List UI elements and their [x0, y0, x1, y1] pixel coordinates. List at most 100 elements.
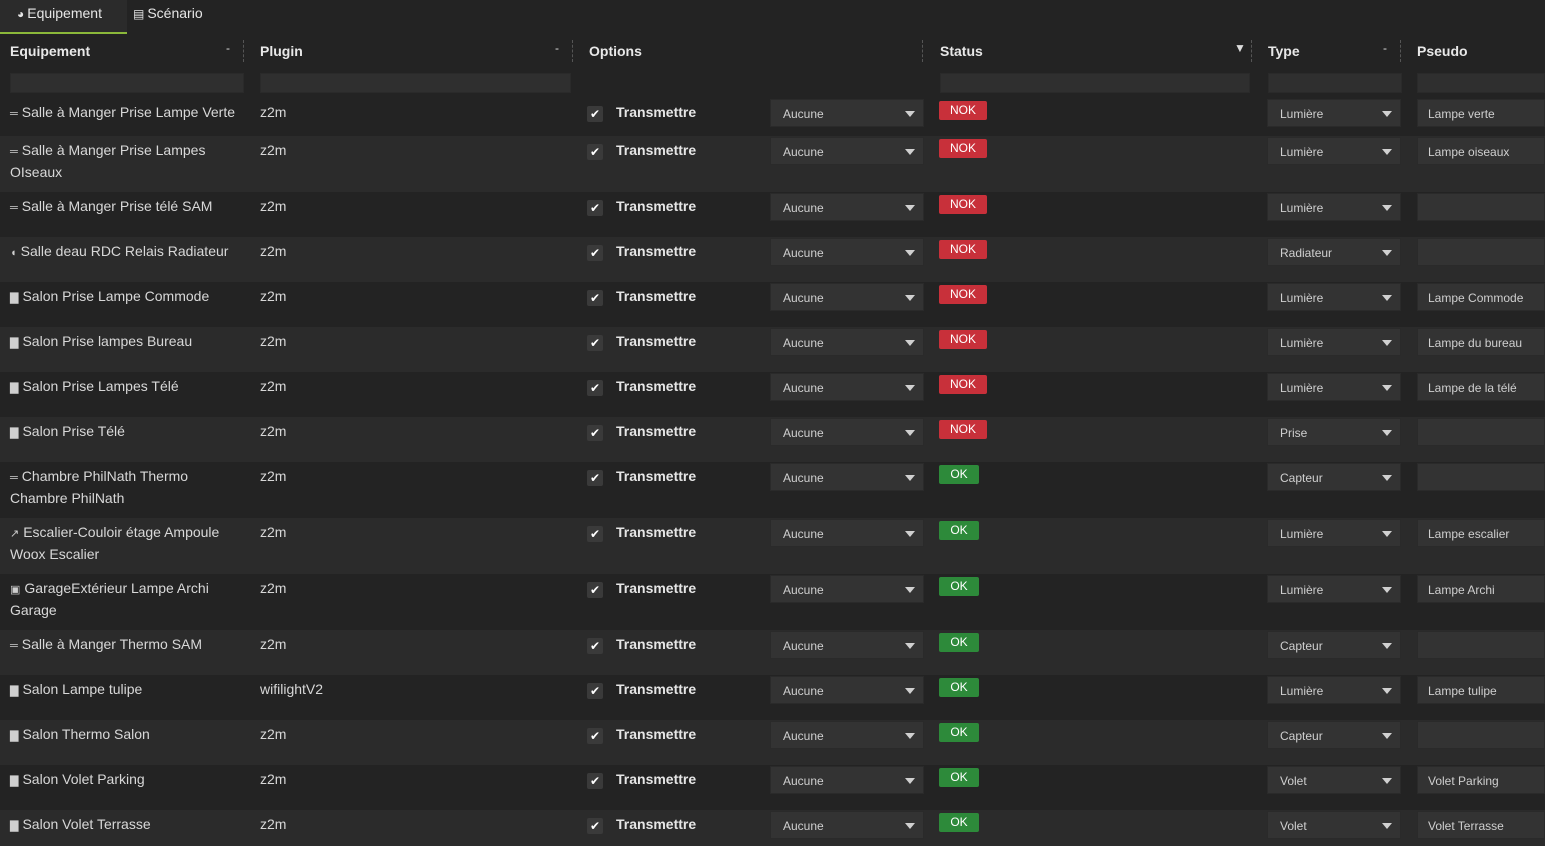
- options-select[interactable]: Aucune: [770, 373, 924, 401]
- sort-plugin-icon[interactable]: -: [555, 41, 559, 55]
- pseudo-input[interactable]: [1417, 238, 1545, 266]
- pseudo-input[interactable]: [1417, 721, 1545, 749]
- type-select[interactable]: Prise: [1267, 418, 1401, 446]
- pseudo-input[interactable]: Lampe oiseaux: [1417, 137, 1545, 165]
- options-select[interactable]: Aucune: [770, 137, 924, 165]
- type-select[interactable]: Lumière: [1267, 519, 1401, 547]
- pseudo-input[interactable]: Lampe Commode: [1417, 283, 1545, 311]
- transmettre-checkbox[interactable]: ✔: [587, 582, 603, 598]
- type-select[interactable]: Lumière: [1267, 328, 1401, 356]
- pseudo-input[interactable]: Volet Terrasse: [1417, 811, 1545, 839]
- filter-type-input[interactable]: [1268, 73, 1402, 93]
- pseudo-input[interactable]: Lampe escalier: [1417, 519, 1545, 547]
- options-select[interactable]: Aucune: [770, 99, 924, 127]
- transmettre-checkbox[interactable]: ✔: [587, 380, 603, 396]
- options-select[interactable]: Aucune: [770, 519, 924, 547]
- options-select[interactable]: Aucune: [770, 766, 924, 794]
- options-select[interactable]: Aucune: [770, 238, 924, 266]
- col-equipement-header[interactable]: Equipement: [10, 43, 90, 59]
- equipment-name-cell[interactable]: ▇ Salon Prise Lampe Commode: [10, 286, 242, 308]
- type-select[interactable]: Capteur: [1267, 631, 1401, 659]
- sort-type-icon[interactable]: -: [1383, 41, 1387, 55]
- options-select[interactable]: Aucune: [770, 463, 924, 491]
- equipment-name-cell[interactable]: ═ Salle à Manger Prise Lampes OIseaux: [10, 140, 242, 182]
- filter-plugin-input[interactable]: [260, 73, 571, 93]
- transmettre-checkbox[interactable]: ✔: [587, 773, 603, 789]
- type-select[interactable]: Lumière: [1267, 373, 1401, 401]
- equipment-name-cell[interactable]: ▇ Salon Prise Télé: [10, 421, 242, 443]
- type-select[interactable]: Volet: [1267, 811, 1401, 839]
- equipment-name-cell[interactable]: ═ Salle à Manger Prise Lampe Verte: [10, 102, 242, 124]
- type-select-value: Radiateur: [1280, 246, 1333, 260]
- options-select[interactable]: Aucune: [770, 811, 924, 839]
- options-select-value: Aucune: [783, 639, 824, 653]
- transmettre-checkbox[interactable]: ✔: [587, 818, 603, 834]
- type-select[interactable]: Lumière: [1267, 283, 1401, 311]
- equipment-name-cell[interactable]: ▣ GarageExtérieur Lampe Archi Garage: [10, 578, 242, 620]
- equipment-name-cell[interactable]: ▇ Salon Volet Parking: [10, 769, 242, 791]
- transmettre-checkbox[interactable]: ✔: [587, 683, 603, 699]
- pseudo-input[interactable]: Lampe tulipe: [1417, 676, 1545, 704]
- equipment-name-cell[interactable]: ↗ Escalier-Couloir étage Ampoule Woox Esc…: [10, 522, 242, 564]
- transmettre-checkbox[interactable]: ✔: [587, 425, 603, 441]
- filter-pseudo-input[interactable]: [1417, 73, 1545, 93]
- col-plugin-header[interactable]: Plugin: [260, 43, 303, 59]
- transmettre-checkbox[interactable]: ✔: [587, 144, 603, 160]
- col-type-header[interactable]: Type: [1268, 43, 1300, 59]
- options-select[interactable]: Aucune: [770, 418, 924, 446]
- options-select[interactable]: Aucune: [770, 328, 924, 356]
- transmettre-checkbox[interactable]: ✔: [587, 470, 603, 486]
- sort-desc-icon[interactable]: ▼: [1234, 41, 1246, 55]
- transmettre-checkbox[interactable]: ✔: [587, 728, 603, 744]
- options-select[interactable]: Aucune: [770, 721, 924, 749]
- type-select[interactable]: Lumière: [1267, 99, 1401, 127]
- pseudo-input[interactable]: [1417, 193, 1545, 221]
- pseudo-input[interactable]: Lampe Archi: [1417, 575, 1545, 603]
- type-select[interactable]: Lumière: [1267, 137, 1401, 165]
- pseudo-input[interactable]: Lampe du bureau: [1417, 328, 1545, 356]
- equipment-name-cell[interactable]: ═ Chambre PhilNath Thermo Chambre PhilNat…: [10, 466, 242, 508]
- transmettre-checkbox[interactable]: ✔: [587, 106, 603, 122]
- options-select[interactable]: Aucune: [770, 193, 924, 221]
- equipment-name-cell[interactable]: ◖ Salle deau RDC Relais Radiateur: [10, 241, 242, 263]
- col-pseudo-header[interactable]: Pseudo: [1417, 43, 1468, 59]
- type-select[interactable]: Lumière: [1267, 193, 1401, 221]
- type-select[interactable]: Radiateur: [1267, 238, 1401, 266]
- transmettre-checkbox[interactable]: ✔: [587, 245, 603, 261]
- pseudo-input[interactable]: [1417, 418, 1545, 446]
- col-status-header[interactable]: Status: [940, 43, 983, 59]
- equipment-name-cell[interactable]: ▇ Salon Thermo Salon: [10, 724, 242, 746]
- type-select[interactable]: Lumière: [1267, 575, 1401, 603]
- type-select[interactable]: Capteur: [1267, 463, 1401, 491]
- options-select[interactable]: Aucune: [770, 676, 924, 704]
- sort-equipement-icon[interactable]: -: [226, 41, 230, 55]
- type-select[interactable]: Capteur: [1267, 721, 1401, 749]
- pseudo-input[interactable]: Lampe de la télé: [1417, 373, 1545, 401]
- col-divider: [922, 40, 923, 62]
- type-select[interactable]: Volet: [1267, 766, 1401, 794]
- equipment-name-cell[interactable]: ═ Salle à Manger Thermo SAM: [10, 634, 242, 656]
- transmettre-checkbox[interactable]: ✔: [587, 526, 603, 542]
- transmettre-checkbox[interactable]: ✔: [587, 290, 603, 306]
- options-select[interactable]: Aucune: [770, 283, 924, 311]
- pseudo-input[interactable]: [1417, 463, 1545, 491]
- equipment-name-cell[interactable]: ═ Salle à Manger Prise télé SAM: [10, 196, 242, 218]
- transmettre-checkbox[interactable]: ✔: [587, 335, 603, 351]
- equipment-name-cell[interactable]: ▇ Salon Prise lampes Bureau: [10, 331, 242, 353]
- equipment-name-cell[interactable]: ▇ Salon Volet Terrasse: [10, 814, 242, 836]
- pseudo-input[interactable]: [1417, 631, 1545, 659]
- type-select[interactable]: Lumière: [1267, 676, 1401, 704]
- pseudo-input[interactable]: Volet Parking: [1417, 766, 1545, 794]
- pseudo-input[interactable]: Lampe verte: [1417, 99, 1545, 127]
- tab-scenario[interactable]: ▤ Scénario: [116, 0, 216, 34]
- options-select[interactable]: Aucune: [770, 631, 924, 659]
- options-select[interactable]: Aucune: [770, 575, 924, 603]
- transmettre-checkbox[interactable]: ✔: [587, 200, 603, 216]
- chevron-down-icon: [1382, 643, 1392, 649]
- transmettre-checkbox[interactable]: ✔: [587, 638, 603, 654]
- filter-status-input[interactable]: [940, 73, 1250, 93]
- tab-equipement[interactable]: ◕ Equipement: [0, 0, 127, 34]
- equipment-name-cell[interactable]: ▇ Salon Lampe tulipe: [10, 679, 242, 701]
- filter-equipement-input[interactable]: [10, 73, 244, 93]
- equipment-name-cell[interactable]: ▇ Salon Prise Lampes Télé: [10, 376, 242, 398]
